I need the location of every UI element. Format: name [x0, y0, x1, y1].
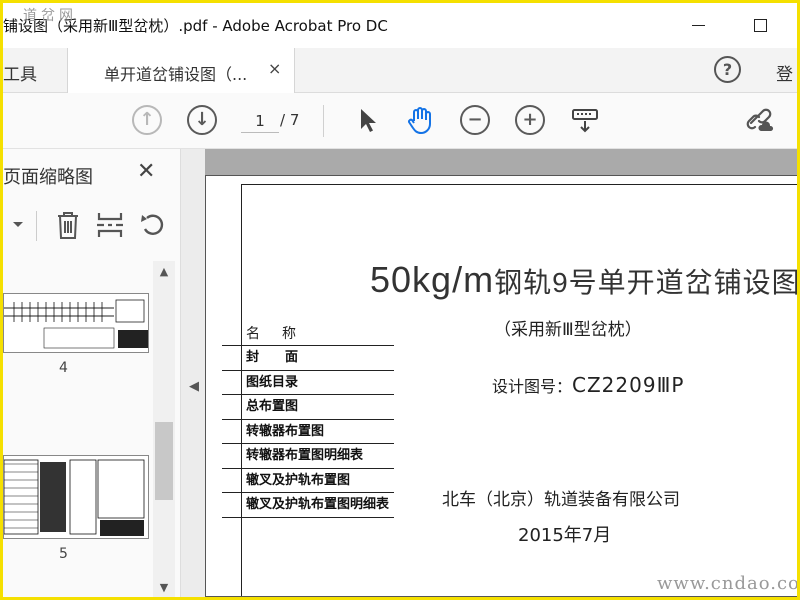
maximize-button[interactable] [748, 13, 772, 37]
watermark-bottom: www.cndao.com [657, 573, 800, 594]
page-number-input[interactable]: 1 [241, 109, 279, 133]
scroll-thumb[interactable] [155, 422, 173, 500]
tab-tools[interactable]: 工具 [3, 60, 37, 85]
drawing-list-item: 辙叉及护轨布置图明细表 [222, 493, 394, 518]
page-thumbnails-panel: 页面缩略图 ✕ 4 5 ▲ ▼ [3, 149, 181, 597]
rotate-page-icon[interactable] [137, 209, 169, 241]
select-arrow-icon[interactable] [353, 105, 383, 135]
delete-page-icon[interactable] [53, 209, 83, 241]
toolbar-divider [323, 105, 324, 137]
toolbar: ↑ ↓ 1 / 7 − + [3, 93, 797, 149]
tab-document[interactable]: 单开道岔铺设图（... × [67, 48, 295, 93]
drawing-list-item: 图纸目录 [222, 371, 394, 395]
panel-title: 页面缩略图 [3, 167, 93, 188]
thumbnail-page-4[interactable] [3, 293, 149, 353]
tab-bar: 工具 单开道岔铺设图（... × ? 登 [3, 48, 797, 93]
login-button[interactable]: 登 [776, 60, 793, 85]
prev-page-icon[interactable]: ↑ [132, 105, 162, 135]
help-icon[interactable]: ? [714, 56, 741, 83]
drawing-list-item: 转辙器布置图明细表 [222, 444, 394, 469]
next-page-icon[interactable]: ↓ [187, 105, 217, 135]
thumbnail-page-5[interactable] [3, 455, 149, 539]
extract-pages-icon[interactable] [95, 209, 125, 241]
drawing-list-item: 封 面 [222, 346, 394, 371]
doc-company: 北车（北京）轨道装备有限公司 [442, 490, 680, 510]
tab-document-label: 单开道岔铺设图（... [104, 65, 248, 84]
panel-collapse-strip[interactable] [181, 149, 205, 597]
minimize-button[interactable] [687, 13, 711, 37]
tab-close-button[interactable]: × [268, 59, 281, 78]
watermark-top: 道岔网 [23, 8, 77, 24]
drawing-list: 名称 封 面 图纸目录 总布置图 转辙器布置图 转辙器布置图明细表 辙叉及护轨布… [222, 322, 394, 518]
drawing-list-item: 总布置图 [222, 395, 394, 420]
pdf-page: 50kg/m钢轨9号单开道岔铺设图 （采用新Ⅲ型岔枕） 设计图号：CZ2209Ⅲ… [205, 175, 797, 597]
options-dropdown-icon[interactable] [11, 217, 25, 231]
panel-divider [36, 211, 37, 241]
title-bar: 铺设图（采用新Ⅲ型岔枕）.pdf - Adobe Acrobat Pro DC … [3, 3, 797, 48]
doc-title-cn: 钢轨9号单开道岔铺设图 [494, 267, 797, 298]
panel-toolbar [3, 207, 181, 247]
doc-date: 2015年7月 [518, 525, 612, 546]
thumbnail-number: 4 [59, 360, 68, 376]
collapse-panel-arrow[interactable]: ◀ [189, 379, 199, 394]
keyboard-icon[interactable] [570, 105, 600, 135]
drawing-number-code: CZ2209ⅢP [572, 373, 685, 397]
scroll-down-arrow[interactable]: ▼ [153, 581, 175, 597]
zoom-in-icon[interactable]: + [515, 105, 545, 135]
zoom-out-icon[interactable]: − [460, 105, 490, 135]
drawing-list-header: 名称 [222, 322, 394, 346]
drawing-number: 设计图号：CZ2209ⅢP [492, 373, 684, 397]
scroll-up-arrow[interactable]: ▲ [153, 265, 175, 281]
share-link-icon[interactable] [745, 105, 775, 135]
app-window: 铺设图（采用新Ⅲ型岔枕）.pdf - Adobe Acrobat Pro DC … [0, 0, 800, 600]
panel-close-button[interactable]: ✕ [137, 159, 155, 184]
doc-subtitle: （采用新Ⅲ型岔枕） [494, 320, 642, 340]
drawing-number-label: 设计图号： [492, 377, 573, 396]
doc-title: 50kg/m钢轨9号单开道岔铺设图 [370, 259, 797, 301]
drawing-list-item: 辙叉及护轨布置图 [222, 469, 394, 493]
drawing-list-item: 转辙器布置图 [222, 420, 394, 444]
doc-title-latin: 50kg/m [370, 259, 495, 300]
hand-tool-icon[interactable] [405, 105, 435, 135]
page-total: / 7 [280, 111, 300, 129]
thumbnail-number: 5 [59, 546, 68, 562]
